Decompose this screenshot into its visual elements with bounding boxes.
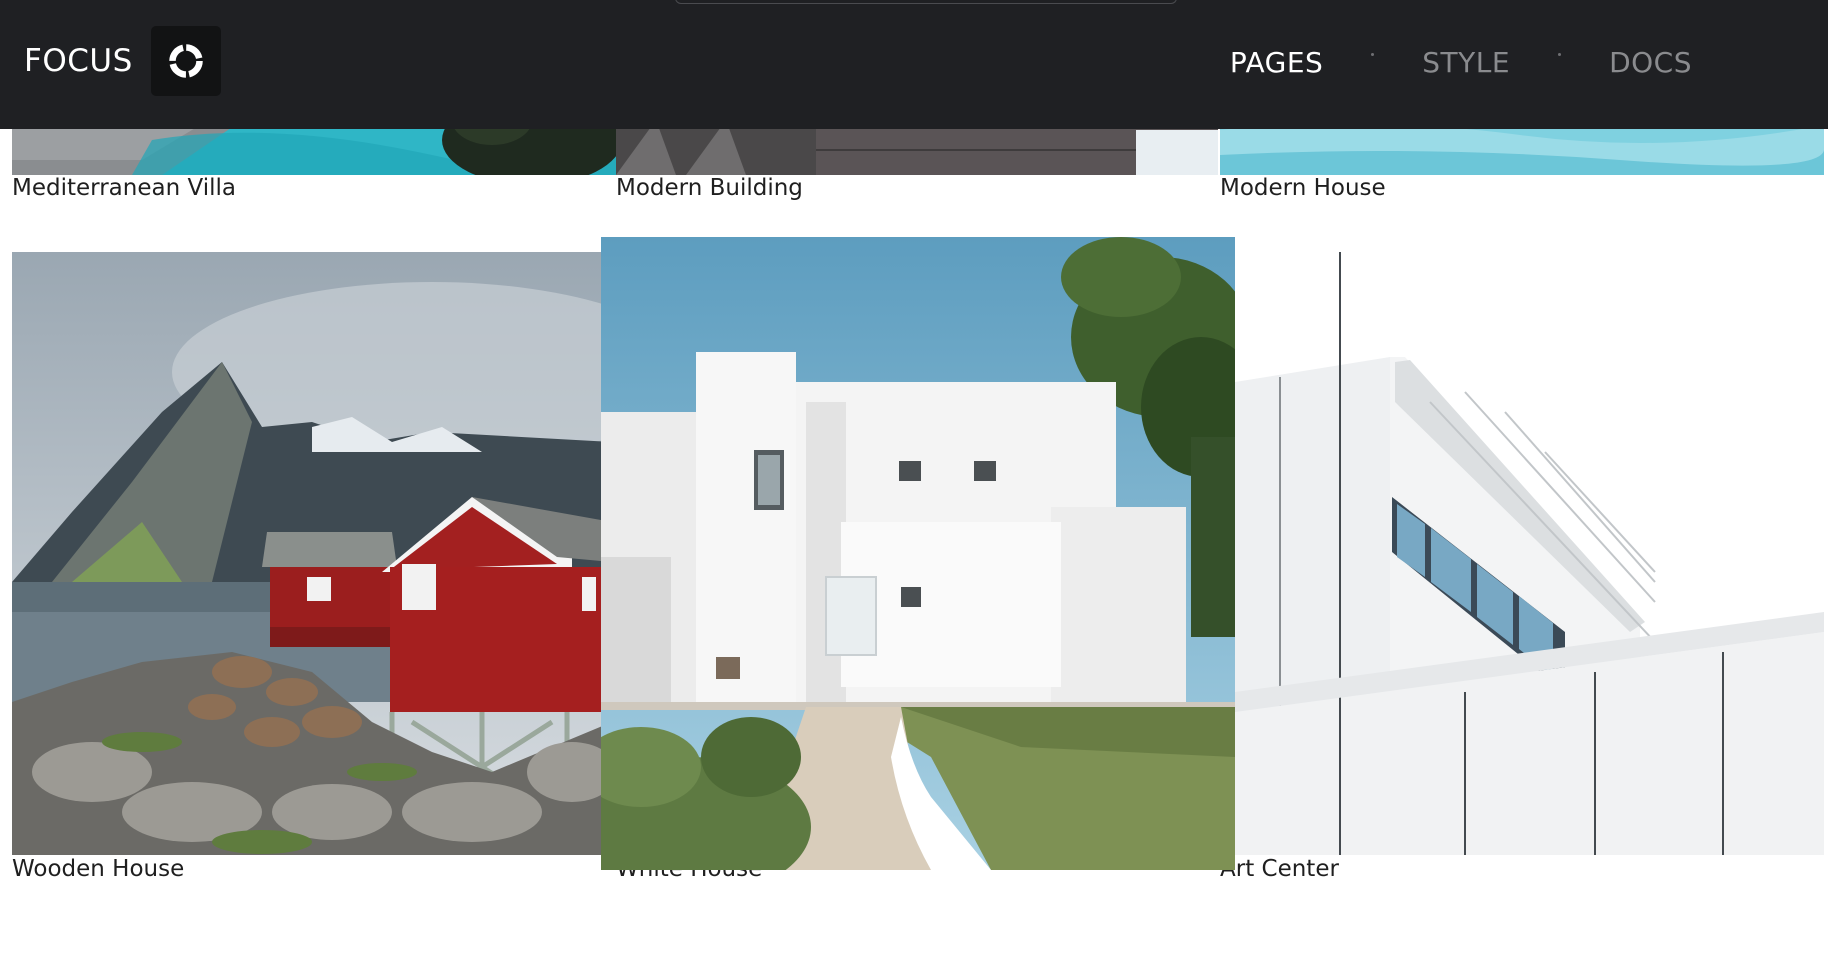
nav-style[interactable]: STYLE (1422, 46, 1510, 79)
brand-link[interactable]: FOCUS (24, 26, 221, 96)
brand-name: FOCUS (24, 43, 133, 79)
wooden-house-image[interactable] (12, 252, 612, 855)
nav-separator (1558, 52, 1562, 56)
caption-art-center: Art Center (1220, 856, 1339, 882)
main-nav: PAGES STYLE DOCS (1230, 0, 1692, 124)
nav-docs[interactable]: DOCS (1609, 46, 1692, 79)
caption-wooden-house: Wooden House (12, 856, 185, 882)
caption-modern-house: Modern House (1220, 175, 1386, 201)
nav-separator (1371, 52, 1375, 56)
caption-mediterranean-villa: Mediterranean Villa (12, 175, 236, 201)
nav-pages[interactable]: PAGES (1230, 46, 1323, 79)
focus-ring-icon (150, 26, 221, 96)
top-navbar: FOCUS PAGES STYLE DOCS (0, 0, 1828, 129)
art-center-image[interactable] (1235, 252, 1824, 855)
white-house-image[interactable] (601, 237, 1235, 870)
browser-notch (675, 0, 1177, 4)
caption-modern-building: Modern Building (616, 175, 803, 201)
